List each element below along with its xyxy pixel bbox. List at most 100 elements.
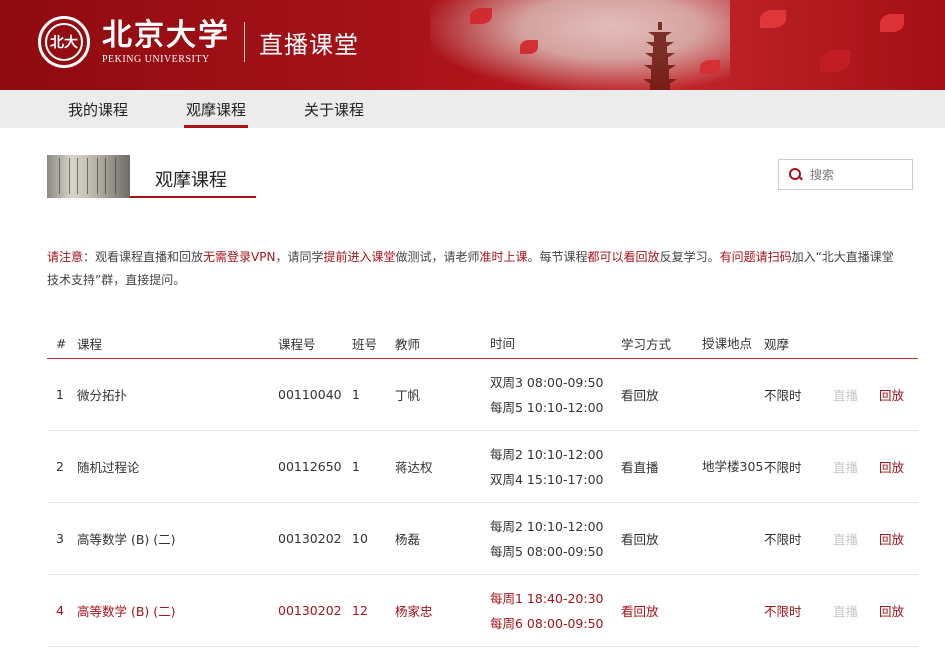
teacher-name: 杨磊 [395,532,421,547]
time-slot: 双周3 08:00-09:50 [490,374,604,390]
page-title: 观摩课程 [155,170,227,191]
seal-text: 北大 [45,23,83,61]
search-icon[interactable] [789,168,802,181]
col-header-class: 班号 [352,337,378,352]
time-slots: 每周1 18:40-20:30 每周6 08:00-09:50 [490,586,621,636]
table-row: 2 随机过程论 00112650 1 蒋达权 每周2 10:10-12:00 双周4 15:… [47,431,918,503]
col-header-mode: 学习方式 [621,337,672,352]
time-slots: 每周2 10:10-12:00 双周4 15:10-17:00 [490,442,621,492]
maple-leaf-decoration [700,60,720,74]
maple-leaf-decoration [880,14,904,32]
col-header-teacher: 教师 [395,337,421,352]
nav-item-label: 关于课程 [304,100,365,119]
notice-emphasis: 请注意 [47,250,84,264]
course-code: 00130202 [278,531,342,546]
table-body: 1 微分拓扑 00110040 1 丁帆 双周3 08:00-09:50 每周5 10:10… [47,359,918,647]
course-code: 00130202 [278,603,342,618]
replay-link[interactable]: 回放 [879,385,918,404]
notice-emphasis: 有问题请扫码 [719,250,792,264]
notice-segment: 。每节课程 [527,250,588,264]
live-link[interactable]: 直播 [833,385,879,404]
row-num: 3 [56,531,64,546]
nav-item-about-courses[interactable]: 关于课程 [304,90,364,128]
notice-segment: ，请同学 [275,250,324,264]
live-link[interactable]: 直播 [833,529,879,548]
course-code: 00110040 [278,387,342,402]
time-slot: 每周1 18:40-20:30 [490,590,604,606]
class-number: 10 [352,531,368,546]
table-header: # 课程 课程号 班号 教师 时间 学习方式 授课地点 观摩 [47,329,918,359]
course-name: 高等数学 (B) (二) [77,532,176,547]
col-header-code: 课程号 [278,337,316,352]
notice-text: 请注意：观看课程直播和回放无需登录VPN，请同学提前进入课堂做测试，请老师准时上… [47,246,897,292]
notice-emphasis: 提前进入课堂 [323,250,396,264]
maple-leaf-decoration [470,8,492,24]
row-num: 4 [56,603,64,618]
time-slot: 每周2 10:10-12:00 [490,518,604,534]
portal-title: 直播课堂 [259,30,359,59]
notice-emphasis: 无需登录VPN [203,250,276,264]
replay-link[interactable]: 回放 [879,601,918,620]
replay-link[interactable]: 回放 [879,457,918,476]
col-header-observe: 观摩 [764,337,790,352]
observe-limit: 不限时 [764,532,802,547]
live-link[interactable]: 直播 [833,601,879,620]
time-slot: 每周5 08:00-09:50 [490,543,604,559]
observe-limit: 不限时 [764,604,802,619]
university-seal-icon: 北大 [38,16,90,68]
title-underline [130,196,256,198]
col-header-course: 课程 [77,337,103,352]
search-box[interactable] [778,159,913,190]
notice-emphasis: 准时上课 [479,250,528,264]
nav-item-observe-courses[interactable]: 观摩课程 [184,90,249,128]
notice-emphasis: 都可以看回放 [587,250,660,264]
nav-item-label: 我的课程 [68,100,129,119]
col-header-num: # [56,336,67,351]
replay-link[interactable]: 回放 [879,529,918,548]
search-input[interactable] [810,167,905,182]
brand-name-en: PEKING UNIVERSITY [102,53,210,65]
main-nav: 我的课程 观摩课程 关于课程 [0,90,945,128]
observe-limit: 不限时 [764,460,802,475]
col-header-location: 授课地点 [702,335,753,351]
nav-item-my-courses[interactable]: 我的课程 [68,90,128,128]
brand-name-cn: 北京大学 [102,17,230,53]
location: 地学楼305 [702,458,764,474]
col-header-time: 时间 [490,336,516,351]
notice-segment: ：观看课程直播和回放 [83,250,204,264]
brand-divider [244,22,245,62]
course-name: 随机过程论 [77,460,140,475]
teacher-name: 杨家忠 [395,604,433,619]
observe-limit: 不限时 [764,388,802,403]
class-number: 1 [352,459,360,474]
table-row: 1 微分拓扑 00110040 1 丁帆 双周3 08:00-09:50 每周5 10:10… [47,359,918,431]
row-num: 1 [56,387,64,402]
class-number: 1 [352,387,360,402]
time-slots: 每周2 10:10-12:00 每周5 08:00-09:50 [490,514,621,564]
time-slot: 每周6 08:00-09:50 [490,615,604,631]
time-slot: 每周5 10:10-12:00 [490,399,604,415]
study-mode: 看回放 [621,604,659,619]
maple-leaf-decoration [820,50,850,72]
teacher-name: 蒋达权 [395,460,433,475]
nav-item-label: 观摩课程 [186,100,247,119]
study-mode: 看回放 [621,388,659,403]
pagoda-icon [643,22,677,90]
study-mode: 看直播 [621,460,659,475]
header-banner: 北大 北京大学 PEKING UNIVERSITY 直播课堂 [0,0,945,90]
section-header: 观摩课程 [0,128,945,200]
logo[interactable]: 北大 北京大学 PEKING UNIVERSITY 直播课堂 [38,16,359,68]
class-number: 12 [352,603,368,618]
maple-leaf-decoration [520,40,538,54]
course-code: 00112650 [278,459,342,474]
table-row: 4 高等数学 (B) (二) 00130202 12 杨家忠 每周1 18:40-20:3… [47,575,918,647]
row-num: 2 [56,459,64,474]
notice-segment: 反复学习。 [659,250,720,264]
teacher-name: 丁帆 [395,388,421,403]
study-mode: 看回放 [621,532,659,547]
courses-table: # 课程 课程号 班号 教师 时间 学习方式 授课地点 观摩 1 微分拓扑 0011… [47,329,918,647]
table-row: 3 高等数学 (B) (二) 00130202 10 杨磊 每周2 10:10-12:00… [47,503,918,575]
time-slot: 双周4 15:10-17:00 [490,471,604,487]
live-link[interactable]: 直播 [833,457,879,476]
notice-segment: 做测试，请老师 [395,250,480,264]
